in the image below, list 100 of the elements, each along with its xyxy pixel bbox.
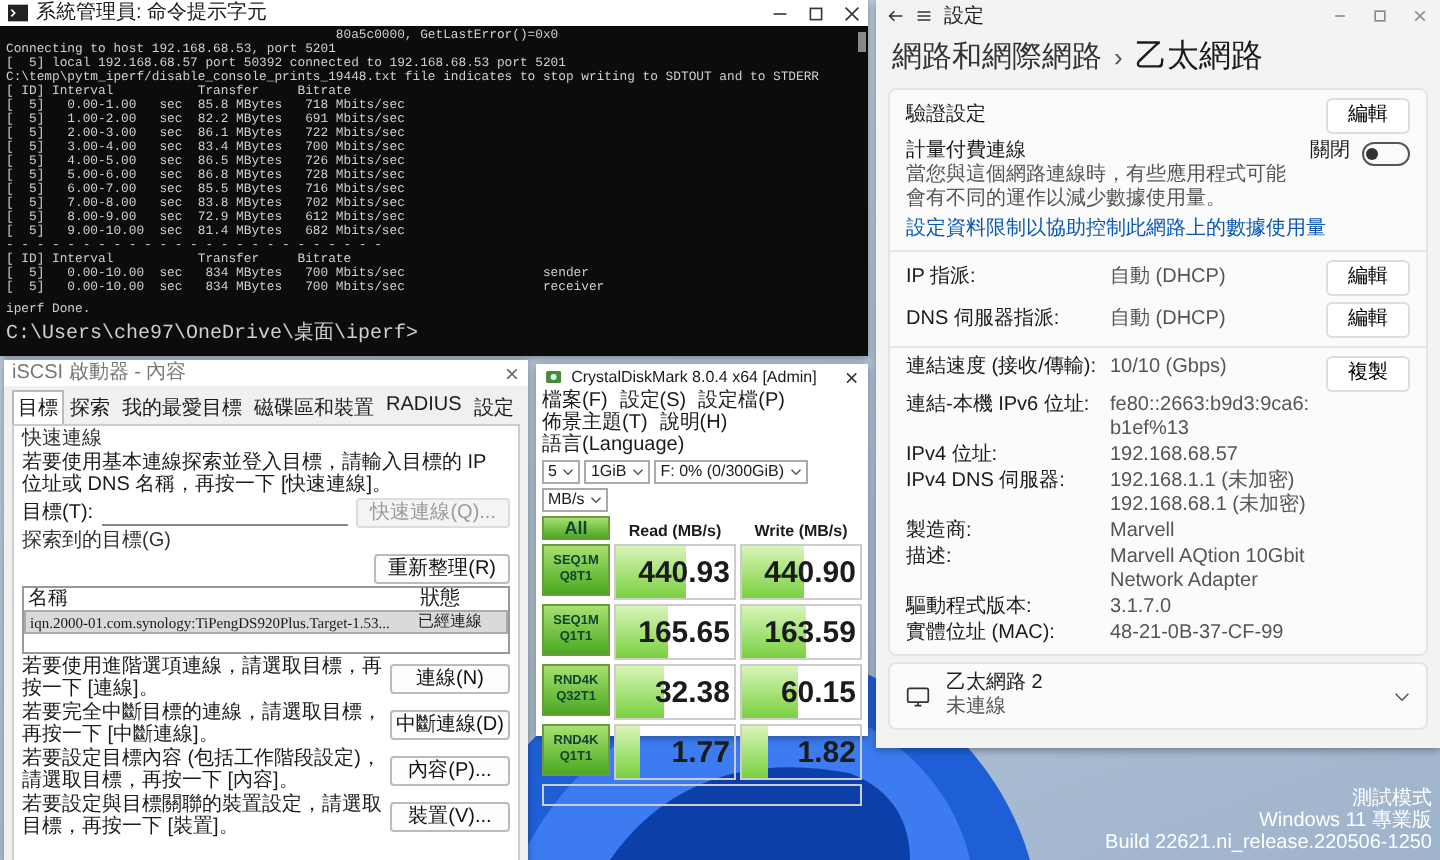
maximize-icon[interactable] — [808, 5, 824, 21]
property-value: Marvell — [1110, 520, 1177, 544]
read-speed-value: 165.65 — [638, 615, 732, 649]
property-label: 連結速度 (接收/傳輸): — [906, 356, 1098, 380]
window-title: 設定 — [944, 3, 984, 30]
menu-icon[interactable] — [916, 8, 932, 24]
property-label: 連結-本機 IPv6 位址: — [906, 394, 1092, 418]
console-prompt: C:\Users\che97\OneDrive\桌面\iperf> — [6, 324, 421, 346]
caret-icon — [632, 468, 645, 476]
setting-label: 驗證設定 — [906, 104, 988, 128]
property-value: 192.168.68.57 — [1110, 444, 1240, 468]
write-speed-value: 60.15 — [780, 675, 858, 709]
property-label: IPv4 位址: — [906, 444, 1000, 468]
back-icon[interactable] — [888, 8, 904, 24]
action-button[interactable]: 內容(P)... — [390, 755, 510, 785]
setting-label: 計量付費連線 — [906, 140, 1028, 163]
adapter-name: 乙太網路 2 — [946, 672, 1045, 695]
dropdown[interactable]: 5 — [542, 460, 581, 484]
column-header: Read (MB/s) — [626, 522, 724, 540]
menu-item[interactable]: 佈景主題(T) — [542, 412, 648, 434]
property-value: 192.168.1.1 (未加密) — [1110, 470, 1297, 493]
property-value: 3.1.7.0 — [1110, 596, 1174, 620]
tab[interactable]: 探索 — [64, 390, 116, 424]
edit-button[interactable]: 編輯 — [1326, 98, 1410, 134]
menu-item[interactable]: 設定檔(P) — [698, 390, 785, 412]
setting-value: 自動 (DHCP) — [1110, 266, 1228, 290]
action-instructions: 若要設定目標內容 (包括工作階段設定)，請選取目標，再按一下 [內容]。 — [22, 748, 382, 792]
refresh-button[interactable]: 重新整理(R) — [374, 554, 510, 584]
tab[interactable]: RADIUS — [380, 390, 468, 424]
target-status: 已經連線 — [418, 612, 484, 632]
toggle-label: 關閉 — [1310, 140, 1350, 164]
breadcrumb-link[interactable]: 網路和網際網路 — [892, 38, 1102, 76]
property-label: IPv4 DNS 伺服器: — [906, 470, 1067, 494]
copy-button[interactable]: 複製 — [1326, 356, 1410, 392]
tab[interactable]: 目標 — [12, 390, 64, 424]
tab[interactable]: 磁碟區和裝置 — [248, 390, 380, 424]
setting-label: IP 指派: — [906, 266, 978, 290]
menu-item[interactable]: 語言(Language) — [542, 434, 685, 456]
tab[interactable]: 我的最愛目標 — [116, 390, 248, 424]
property-value: 10/10 (Gbps) — [1110, 356, 1229, 380]
data-limit-link[interactable]: 設定資料限制以協助控制此網路上的數據使用量 — [906, 218, 1410, 242]
property-label: 驅動程式版本: — [906, 596, 1034, 620]
window-title: CrystalDiskMark 8.0.4 x64 [Admin] — [571, 365, 817, 389]
group-heading: 探索到的目標(G) — [22, 530, 173, 552]
edit-button[interactable]: 編輯 — [1326, 302, 1410, 338]
write-speed-value: 1.82 — [797, 735, 858, 769]
close-icon[interactable] — [844, 5, 860, 21]
action-instructions: 若要設定與目標關聯的裝置設定，請選取目標，再按一下 [裝置]。 — [22, 794, 382, 838]
read-speed-value: 32.38 — [654, 675, 732, 709]
window-title: iSCSI 啟動器 - 內容 — [12, 361, 187, 385]
build-info-text: 測試模式 — [1352, 788, 1432, 810]
column-header: Write (MB/s) — [752, 522, 850, 540]
caret-icon — [790, 468, 803, 476]
scrollbar[interactable] — [858, 32, 866, 52]
dropdown[interactable]: F: 0% (0/300GiB) — [654, 460, 809, 484]
menu-item[interactable]: 設定(S) — [619, 390, 687, 412]
window-title: 系統管理員: 命令提示字元 — [36, 1, 268, 25]
property-value: 48-21-0B-37-CF-99 — [1110, 622, 1286, 646]
property-label: 製造商: — [906, 520, 974, 544]
adapter-card[interactable]: 乙太網路 2 未連線 — [888, 662, 1428, 730]
toggle-switch[interactable] — [1362, 142, 1410, 166]
action-button[interactable]: 中斷連線(D) — [390, 709, 510, 739]
build-info-text: Build 22621.ni_release.220506-1250 — [1105, 832, 1432, 854]
breadcrumb-separator: › — [1114, 42, 1123, 72]
chevron-icon[interactable] — [1394, 691, 1410, 701]
property-value: 192.168.68.1 (未加密) — [1110, 494, 1308, 518]
property-label: 描述: — [906, 546, 954, 570]
menu-item[interactable]: 檔案(F) — [542, 390, 608, 412]
action-instructions: 若要使用進階選項連線，請選取目標，再按一下 [連線]。 — [22, 656, 382, 700]
edit-button[interactable]: 編輯 — [1326, 260, 1410, 296]
group-heading: 快速連線 — [22, 428, 104, 450]
dropdown[interactable]: 1GiB — [584, 460, 651, 484]
build-info-text: Windows 11 專業版 — [1258, 810, 1432, 832]
column-header[interactable]: 狀態 — [420, 588, 504, 610]
action-instructions: 若要完全中斷目標的連線，請選取目標，再按一下 [中斷連線]。 — [22, 702, 382, 746]
setting-value: 自動 (DHCP) — [1110, 308, 1228, 332]
property-value: fe80::2663:b9d3:9ca6:b1ef%13 — [1110, 394, 1312, 442]
dropdown[interactable]: MB/s — [542, 488, 609, 512]
read-speed-value: 1.77 — [671, 735, 732, 769]
instructions-text: 若要使用基本連線探索並登入目標，請輸入目標的 IP 位址或 DNS 名稱，再按一下 [快速連線]。 — [22, 452, 489, 496]
write-speed-value: 163.59 — [764, 615, 858, 649]
target-label: 目標(T): — [22, 502, 94, 524]
caret-icon — [562, 468, 575, 476]
column-header[interactable]: 名稱 — [28, 588, 412, 610]
setting-label: DNS 伺服器指派: — [906, 308, 1062, 332]
run-all-button[interactable]: All — [542, 516, 610, 540]
action-button[interactable]: 裝置(V)... — [390, 801, 510, 831]
setting-description: 當您與這個網路連線時，有些應用程式可能會有不同的運作以減少數據使用量。 — [906, 164, 1288, 212]
property-label: 實體位址 (MAC): — [906, 622, 1057, 646]
property-value: Marvell AQtion 10Gbit Network Adapter — [1110, 546, 1307, 594]
action-button[interactable]: 連線(N) — [390, 663, 510, 693]
close-icon[interactable] — [504, 365, 520, 381]
comment-field[interactable] — [542, 784, 862, 806]
page-title: 乙太網路 — [1134, 37, 1263, 78]
adapter-status: 未連線 — [946, 696, 1008, 720]
close-icon[interactable] — [844, 369, 860, 385]
tab[interactable]: 設定 — [467, 390, 520, 424]
caret-icon — [590, 496, 603, 504]
monitor-icon — [906, 685, 930, 707]
menu-item[interactable]: 說明(H) — [659, 412, 728, 434]
